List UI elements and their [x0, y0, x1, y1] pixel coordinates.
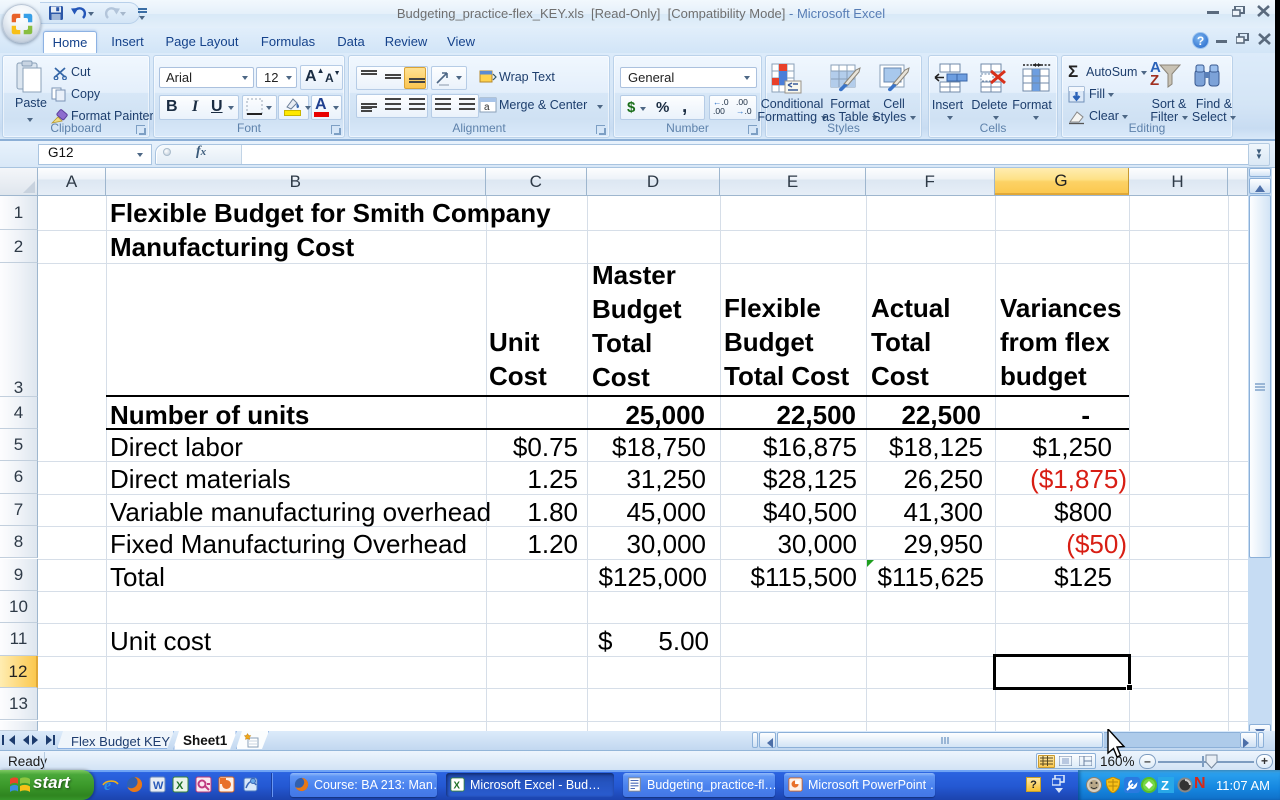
svg-text:W: W — [153, 780, 164, 792]
svg-text:a: a — [484, 102, 490, 113]
svg-text:X: X — [454, 780, 461, 791]
svg-text:e: e — [104, 777, 111, 793]
svg-text:X: X — [176, 780, 184, 792]
svg-text:Z: Z — [1161, 778, 1169, 793]
